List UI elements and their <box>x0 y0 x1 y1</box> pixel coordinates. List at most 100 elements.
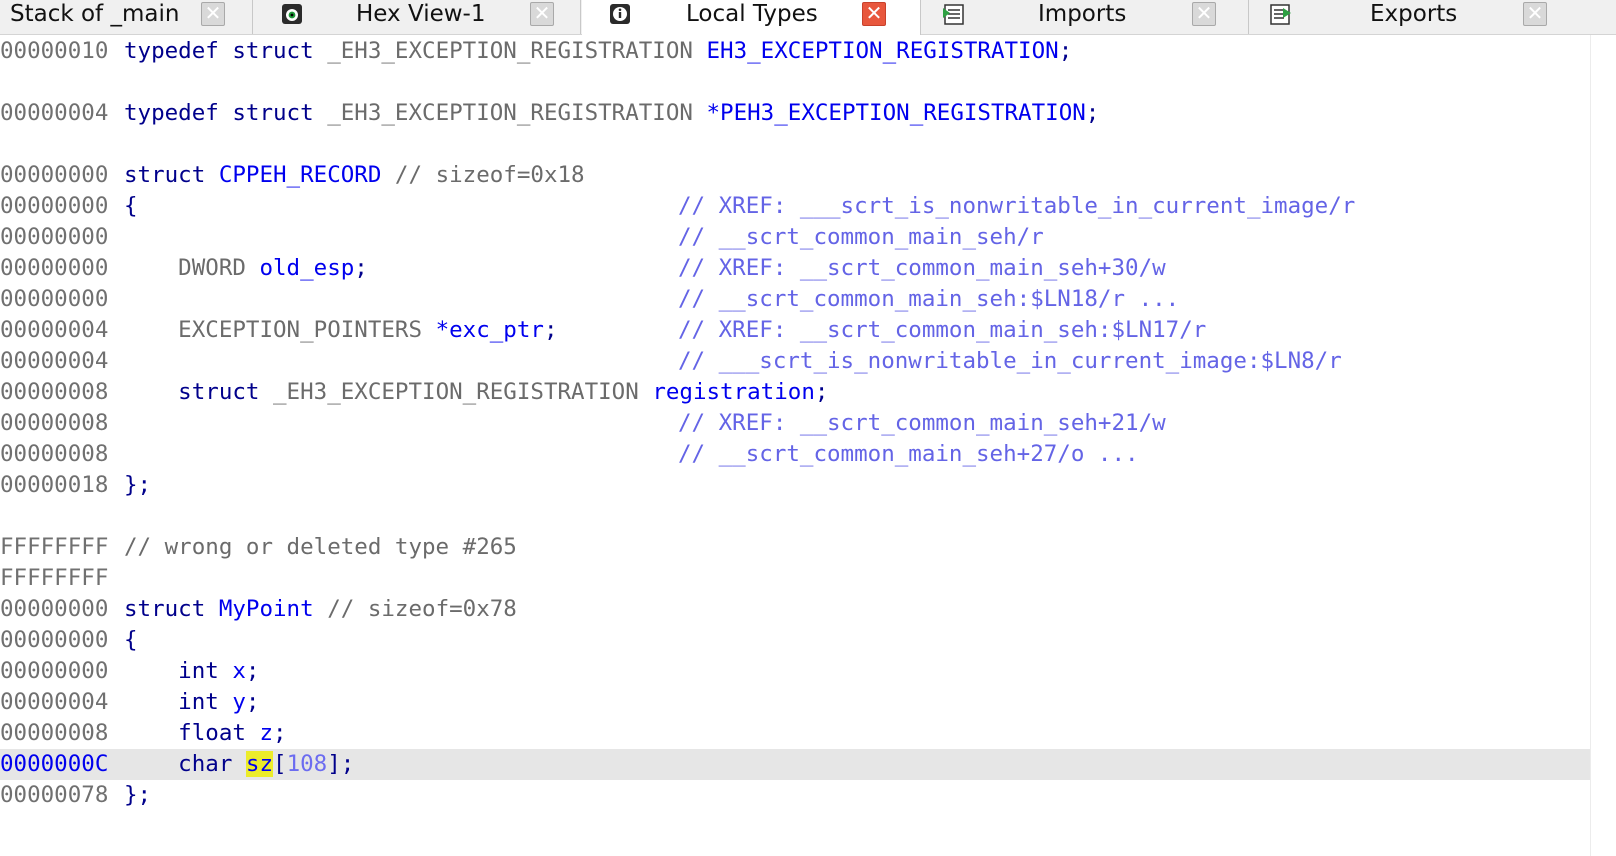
code-line[interactable]: 00000008 // __scrt_common_main_seh+27/o … <box>0 439 1590 470</box>
tab-label: Exports <box>1370 1 1458 27</box>
keyword: typedef struct <box>124 38 314 64</box>
tab-local-types[interactable]: Local Types ✕ <box>582 0 921 35</box>
code-line[interactable]: 00000010 typedef struct _EH3_EXCEPTION_R… <box>0 36 1590 67</box>
xref-comment[interactable]: // XREF: __scrt_common_main_seh+21/w <box>678 408 1166 439</box>
close-tab-icon[interactable]: ✕ <box>1523 2 1547 26</box>
close-tab-icon[interactable]: ✕ <box>862 2 886 26</box>
line-address: 00000000 <box>0 193 109 219</box>
line-address: 00000010 <box>0 38 109 64</box>
close-tab-icon[interactable]: ✕ <box>1192 2 1216 26</box>
identifier[interactable]: x <box>219 658 246 684</box>
punctuation: ]; <box>327 751 355 777</box>
imports-table-icon <box>943 4 964 25</box>
highlighted-identifier[interactable]: sz <box>245 751 274 777</box>
code-line[interactable]: 00000000 int x; <box>0 656 1590 687</box>
line-source: EXCEPTION_POINTERS *exc_ptr; <box>124 315 557 346</box>
type-name: _EH3_EXCEPTION_REGISTRATION <box>313 38 707 64</box>
comment: // sizeof=0x18 <box>381 162 585 188</box>
code-line[interactable]: 00000004 typedef struct _EH3_EXCEPTION_R… <box>0 98 1590 129</box>
line-source: char sz[108]; <box>124 749 354 780</box>
line-address: 0000000C <box>0 751 109 777</box>
code-line[interactable]: 00000018 }; <box>0 470 1590 501</box>
line-address: 00000008 <box>0 720 109 746</box>
identifier[interactable]: registration <box>652 379 815 405</box>
line-address: 00000078 <box>0 782 109 808</box>
hex-view-icon <box>282 4 302 24</box>
local-types-listing[interactable]: 00000010 typedef struct _EH3_EXCEPTION_R… <box>0 36 1590 856</box>
tab-exports[interactable]: Exports ✕ <box>1250 0 1616 34</box>
tab-label: Imports <box>1038 1 1127 27</box>
keyword: typedef struct <box>124 100 314 126</box>
xref-comment[interactable]: // __scrt_common_main_seh/r <box>678 222 1044 253</box>
code-line[interactable]: 00000004 int y; <box>0 687 1590 718</box>
code-line[interactable]: 00000008 float z; <box>0 718 1590 749</box>
code-line[interactable]: 00000000 struct MyPoint // sizeof=0x78 <box>0 594 1590 625</box>
code-line[interactable]: 00000000 // __scrt_common_main_seh:$LN18… <box>0 284 1590 315</box>
keyword: char <box>124 751 246 777</box>
code-line[interactable]: 00000000 struct CPPEH_RECORD // sizeof=0… <box>0 160 1590 191</box>
identifier[interactable]: old_esp <box>259 255 354 281</box>
tab-stack-of-main[interactable]: Stack of _main ✕ <box>0 0 253 34</box>
punctuation: ; <box>354 255 368 281</box>
comment: // wrong or deleted type #265 <box>124 534 517 560</box>
line-source: { <box>124 627 138 653</box>
xref-comment[interactable]: // XREF: __scrt_common_main_seh+30/w <box>678 253 1166 284</box>
line-address: 00000000 <box>0 286 109 312</box>
tab-label: Hex View-1 <box>356 1 486 27</box>
line-address: 00000000 <box>0 255 109 281</box>
keyword: struct <box>124 379 260 405</box>
xref-comment[interactable]: // XREF: ___scrt_is_nonwritable_in_curre… <box>678 191 1355 222</box>
line-address: 00000000 <box>0 627 109 653</box>
line-source: { <box>124 193 138 219</box>
code-line[interactable]: 00000000 DWORD old_esp; // XREF: __scrt_… <box>0 253 1590 284</box>
identifier[interactable]: MyPoint <box>205 596 314 622</box>
current-code-line[interactable]: 0000000C char sz[108]; <box>0 749 1590 780</box>
code-line[interactable]: 00000008 struct _EH3_EXCEPTION_REGISTRAT… <box>0 377 1590 408</box>
line-source: float z; <box>124 718 286 749</box>
punctuation: ; <box>814 379 829 405</box>
code-line[interactable]: 00000000 // __scrt_common_main_seh/r <box>0 222 1590 253</box>
code-line[interactable]: 00000000 { <box>0 625 1590 656</box>
identifier[interactable]: *PEH3_EXCEPTION_REGISTRATION <box>707 100 1086 126</box>
line-address: 00000004 <box>0 100 109 126</box>
xref-comment[interactable]: // ___scrt_is_nonwritable_in_current_ima… <box>678 346 1342 377</box>
info-icon <box>610 4 630 24</box>
comment: // sizeof=0x78 <box>313 596 517 622</box>
code-line[interactable]: FFFFFFFF <box>0 563 1590 594</box>
line-address: 00000018 <box>0 472 109 498</box>
code-line[interactable]: 00000078 }; <box>0 780 1590 811</box>
line-source: typedef struct _EH3_EXCEPTION_REGISTRATI… <box>124 98 1099 129</box>
code-line[interactable]: 00000000 { // XREF: ___scrt_is_nonwritab… <box>0 191 1590 222</box>
array-size-number: 108 <box>286 751 328 777</box>
type-name: _EH3_EXCEPTION_REGISTRATION <box>259 379 653 405</box>
line-address: 00000000 <box>0 162 109 188</box>
identifier[interactable]: *exc_ptr <box>436 317 544 343</box>
line-address: 00000008 <box>0 379 109 405</box>
line-address: FFFFFFFF <box>0 565 109 591</box>
xref-comment[interactable]: // XREF: __scrt_common_main_seh:$LN17/r <box>678 315 1206 346</box>
xref-comment[interactable]: // __scrt_common_main_seh:$LN18/r ... <box>678 284 1179 315</box>
type-name: DWORD <box>124 255 260 281</box>
identifier[interactable]: EH3_EXCEPTION_REGISTRATION <box>707 38 1059 64</box>
code-line[interactable]: 00000004 // ___scrt_is_nonwritable_in_cu… <box>0 346 1590 377</box>
line-address: 00000000 <box>0 596 109 622</box>
punctuation: ; <box>245 689 260 715</box>
line-source: int x; <box>124 656 259 687</box>
close-tab-icon[interactable]: ✕ <box>530 2 554 26</box>
xref-comment[interactable]: // __scrt_common_main_seh+27/o ... <box>678 439 1139 470</box>
line-source: }; <box>124 782 152 808</box>
close-tab-icon[interactable]: ✕ <box>201 2 225 26</box>
line-source: struct MyPoint // sizeof=0x78 <box>124 594 517 625</box>
code-line[interactable]: 00000008 // XREF: __scrt_common_main_seh… <box>0 408 1590 439</box>
tab-imports[interactable]: Imports ✕ <box>922 0 1249 34</box>
vertical-scrollbar[interactable] <box>1590 35 1616 856</box>
identifier[interactable]: CPPEH_RECORD <box>205 162 382 188</box>
identifier[interactable]: y <box>219 689 246 715</box>
line-source: }; <box>124 472 152 498</box>
code-line[interactable]: FFFFFFFF // wrong or deleted type #265 <box>0 532 1590 563</box>
tab-hex-view[interactable]: Hex View-1 ✕ <box>254 0 581 34</box>
identifier[interactable]: z <box>246 720 273 746</box>
line-address: FFFFFFFF <box>0 534 109 560</box>
code-line[interactable]: 00000004 EXCEPTION_POINTERS *exc_ptr; //… <box>0 315 1590 346</box>
line-source: DWORD old_esp; <box>124 253 368 284</box>
